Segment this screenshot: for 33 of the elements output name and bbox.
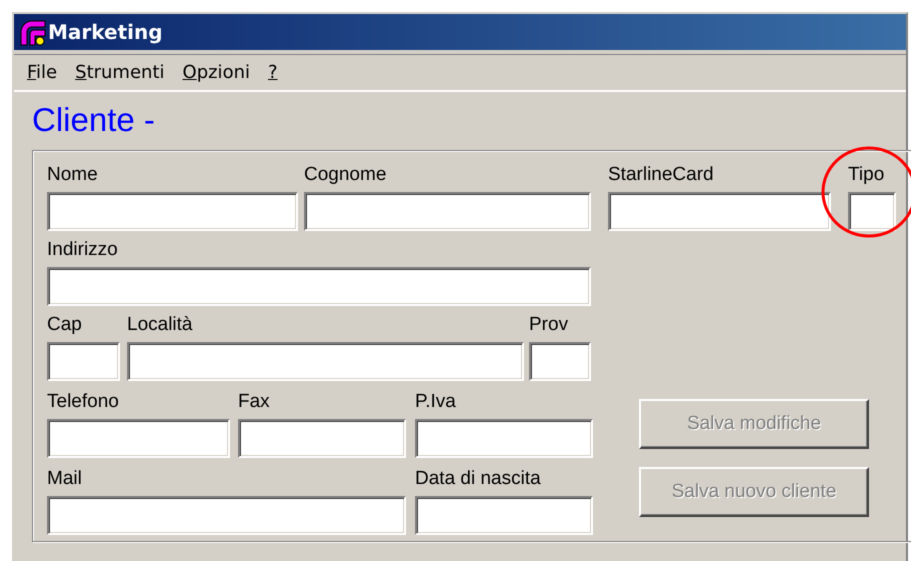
text-field[interactable] [47,496,406,535]
menu-item[interactable]: Strumenti [70,60,170,84]
field-label: Tipo [848,164,886,186]
field-label: Data di nascita [415,468,542,490]
text-field[interactable] [848,192,896,231]
text-field[interactable] [415,419,593,458]
field-label: Prov [529,314,570,336]
text-field[interactable] [304,192,591,231]
field-label: Cap [47,314,83,336]
section-heading: Cliente - [32,100,156,140]
field-label: Località [127,314,194,336]
text-field[interactable] [529,342,591,381]
text-field[interactable] [608,192,831,231]
field-label: Mail [47,468,83,490]
field-label: Nome [47,164,99,186]
text-field[interactable] [47,267,591,306]
text-field[interactable] [238,419,406,458]
menu-item[interactable]: File [22,60,62,84]
window-title: Marketing [48,20,163,44]
text-field[interactable] [47,342,120,381]
text-field[interactable] [47,419,230,458]
field-label: Telefono [47,391,120,413]
app-logo-icon [18,18,46,46]
text-field[interactable] [415,496,593,535]
field-label: Indirizzo [47,239,119,261]
field-label: Fax [238,391,271,413]
menu-item[interactable]: Opzioni [178,60,255,84]
text-field[interactable] [127,342,524,381]
field-label: P.Iva [415,391,457,413]
menu-item[interactable]: ? [262,60,283,84]
field-label: Cognome [304,164,388,186]
text-field[interactable] [47,192,298,231]
field-label: StarlineCard [608,164,715,186]
